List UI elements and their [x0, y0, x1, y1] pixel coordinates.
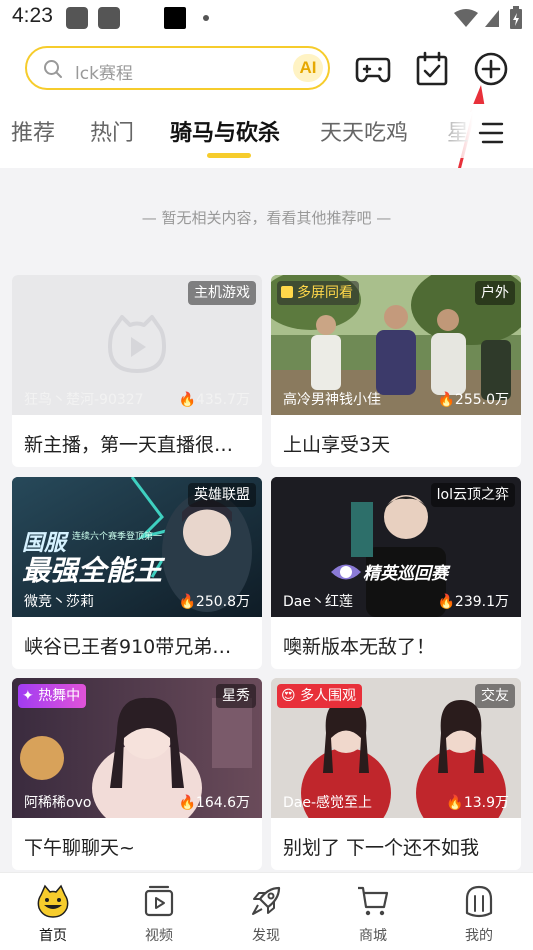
add-circle-icon[interactable]	[473, 51, 509, 87]
stream-thumbnail: 😍 多人围观 交友 Dae-感觉至上 🔥13.9万	[271, 678, 521, 818]
flame-icon: 🔥	[178, 392, 196, 408]
stream-thumbnail: 主机游戏 狂鸟丶楚河-90327 🔥435.7万	[12, 275, 262, 415]
flame-icon: 🔥	[446, 795, 464, 811]
search-bar[interactable]: lck赛程 AI	[25, 46, 330, 90]
anchor-name: 微竞丶莎莉	[24, 594, 94, 610]
viewer-count: 🔥239.1万	[437, 594, 509, 610]
viewer-count: 🔥255.0万	[437, 392, 509, 408]
poster-headline: 最强全能王	[22, 554, 163, 587]
search-icon	[44, 60, 62, 78]
flame-icon: 🔥	[437, 392, 455, 408]
battery-icon	[510, 6, 522, 29]
stream-title: 新主播，第一天直播很…	[24, 434, 234, 456]
wifi-icon	[454, 9, 478, 27]
cart-icon	[358, 886, 389, 916]
status-time: 4:23	[12, 4, 53, 27]
nav-shop[interactable]: 商城	[320, 873, 426, 950]
flame-icon: 🔥	[178, 795, 196, 811]
tab-hot[interactable]: 热门	[90, 115, 134, 147]
flame-icon: 🔥	[178, 594, 196, 610]
ai-search-button[interactable]: AI	[293, 54, 323, 82]
live-card[interactable]: ✦ 热舞中 星秀 阿稀稀ovo 🔥164.6万 下午聊聊天~	[12, 678, 262, 870]
anchor-name: 阿稀稀ovo	[24, 795, 92, 811]
viewer-count: 🔥250.8万	[178, 594, 250, 610]
profile-icon	[465, 885, 493, 918]
poster-subtext: 连续六个赛季登顶第一	[72, 532, 163, 542]
category-tag: 英雄联盟	[188, 483, 256, 507]
promo-tag: 多屏同看	[277, 281, 359, 305]
menu-icon[interactable]	[478, 120, 504, 146]
live-card[interactable]: 😍 多人围观 交友 Dae-感觉至上 🔥13.9万 别划了 下一个还不如我	[271, 678, 521, 870]
status-bar: 4:23	[0, 0, 533, 36]
notification-icon	[66, 7, 88, 29]
calendar-check-icon[interactable]	[414, 50, 450, 88]
stream-title: 噢新版本无敌了！	[283, 636, 436, 658]
live-card[interactable]: 多屏同看 户外 高冷男神钱小佳 🔥255.0万 上山享受3天	[271, 275, 521, 467]
video-icon	[144, 885, 174, 917]
nav-label: 我的	[465, 928, 493, 944]
tab-mount-blade[interactable]: 骑马与砍杀	[170, 115, 280, 147]
flame-icon: 🔥	[437, 594, 455, 610]
viewer-count: 🔥13.9万	[446, 795, 509, 811]
anchor-name: Dae丶红莲	[283, 594, 353, 610]
gamepad-icon[interactable]	[354, 50, 392, 88]
nav-video[interactable]: 视频	[106, 873, 212, 950]
stream-thumbnail: 多屏同看 户外 高冷男神钱小佳 🔥255.0万	[271, 275, 521, 415]
search-placeholder: lck赛程	[75, 64, 133, 84]
nav-label: 发现	[252, 928, 280, 944]
nav-discover[interactable]: 发现	[213, 873, 319, 950]
category-tag: 星秀	[216, 684, 256, 708]
viewer-count: 🔥164.6万	[178, 795, 250, 811]
stream-thumbnail: 国服 连续六个赛季登顶第一 最强全能王 英雄联盟 微竞丶莎莉 🔥250.8万	[12, 477, 262, 617]
promo-tag: ✦ 热舞中	[18, 684, 87, 708]
tab-recommend[interactable]: 推荐	[11, 115, 55, 147]
notification-icon	[164, 7, 186, 29]
tab-pubg[interactable]: 天天吃鸡	[320, 115, 408, 147]
signal-icon	[485, 10, 499, 27]
nav-label: 视频	[145, 928, 173, 944]
stream-thumbnail: ✦ 热舞中 星秀 阿稀稀ovo 🔥164.6万	[12, 678, 262, 818]
notification-icon	[98, 7, 120, 29]
live-card[interactable]: 主机游戏 狂鸟丶楚河-90327 🔥435.7万 新主播，第一天直播很…	[12, 275, 262, 467]
sparkle-icon: ✦	[22, 688, 34, 704]
live-card[interactable]: 精英巡回赛 lol云顶之弈 Dae丶红莲 🔥239.1万 噢新版本无敌了！	[271, 477, 521, 669]
category-tag: 交友	[475, 684, 515, 708]
category-tag: 户外	[475, 281, 515, 305]
rocket-icon	[252, 886, 281, 915]
empty-state-text: — 暂无相关内容，看看其他推荐吧 —	[141, 209, 392, 227]
stream-title: 峡谷已王者910带兄弟…	[24, 636, 232, 658]
bottom-nav: 首页 视频 发现 商城 我的	[0, 872, 533, 950]
anchor-name: Dae-感觉至上	[283, 795, 373, 811]
category-tag: lol云顶之弈	[430, 483, 515, 507]
nav-label: 商城	[359, 928, 387, 944]
tab-indicator	[207, 153, 251, 158]
more-notifications-icon	[203, 15, 209, 21]
stream-title: 下午聊聊天~	[24, 837, 135, 859]
nav-profile[interactable]: 我的	[426, 873, 532, 950]
live-card[interactable]: 国服 连续六个赛季登顶第一 最强全能王 英雄联盟 微竞丶莎莉 🔥250.8万 峡…	[12, 477, 262, 669]
nav-label: 首页	[39, 928, 67, 944]
multi-screen-icon	[281, 286, 293, 298]
stream-thumbnail: 精英巡回赛 lol云顶之弈 Dae丶红莲 🔥239.1万	[271, 477, 521, 617]
promo-tag: 😍 多人围观	[277, 684, 363, 708]
category-tag: 主机游戏	[188, 281, 256, 305]
nav-home[interactable]: 首页	[0, 873, 106, 950]
heart-eyes-icon: 😍	[281, 688, 296, 704]
poster-headline: 精英巡回赛	[363, 564, 448, 584]
anchor-name: 高冷男神钱小佳	[283, 392, 381, 408]
stream-title: 别划了 下一个还不如我	[283, 837, 480, 859]
anchor-name: 狂鸟丶楚河-90327	[24, 392, 144, 408]
stream-title: 上山享受3天	[283, 434, 391, 456]
viewer-count: 🔥435.7万	[178, 392, 250, 408]
home-mascot-icon	[37, 884, 69, 918]
